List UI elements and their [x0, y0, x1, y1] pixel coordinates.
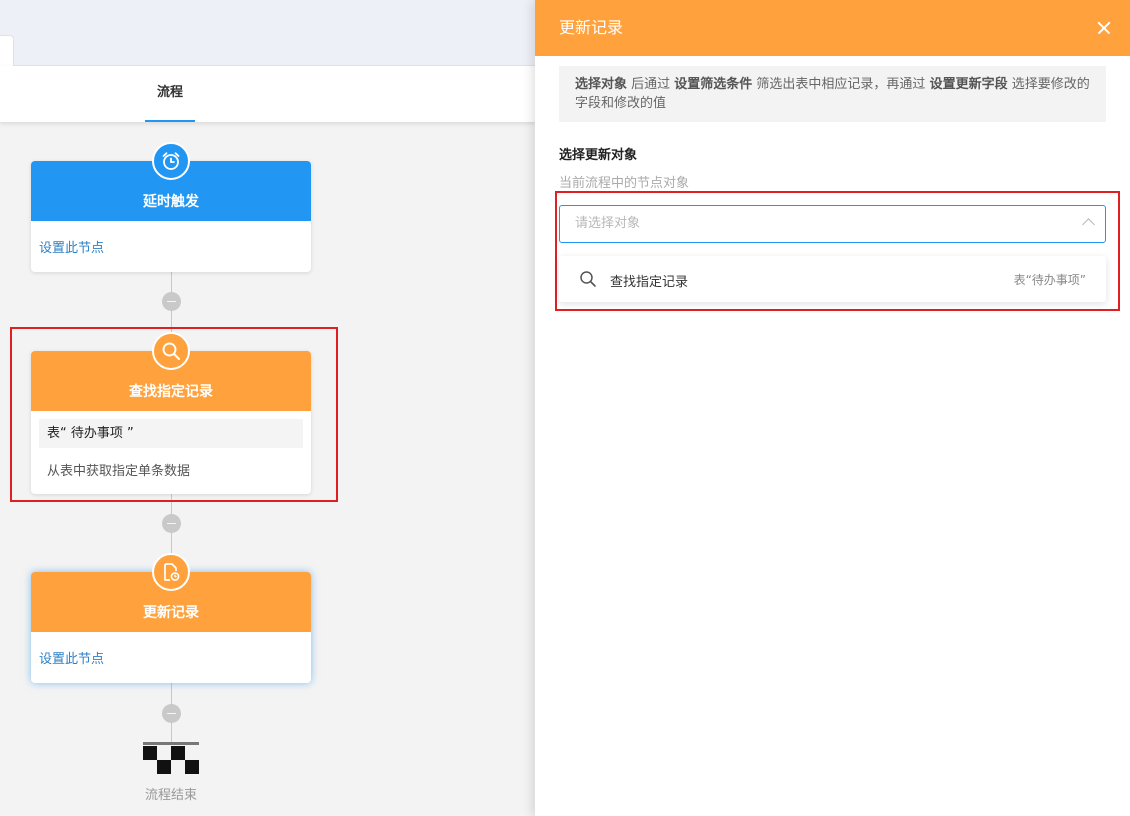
info-keyword: 设置更新字段 — [929, 77, 1008, 92]
object-select[interactable]: 请选择对象 — [559, 205, 1106, 243]
topbar-tab-stub[interactable] — [0, 35, 14, 67]
add-node-button[interactable] — [162, 514, 181, 533]
configure-node-link[interactable]: 设置此节点 — [31, 632, 311, 683]
select-placeholder: 请选择对象 — [575, 216, 641, 231]
search-icon — [152, 332, 190, 370]
update-record-drawer: 更新记录 选择对象 后通过 设置筛选条件 筛选出表中相应记录，再通过 设置更新字… — [535, 0, 1130, 816]
option-table-label: 表“待办事项” — [1013, 273, 1086, 287]
drawer-header: 更新记录 — [535, 0, 1130, 56]
info-keyword: 设置筛选条件 — [674, 77, 753, 92]
info-text: 后通过 — [627, 77, 675, 92]
add-node-button[interactable] — [162, 704, 181, 723]
close-icon[interactable] — [1094, 18, 1114, 38]
option-label: 查找指定记录 — [610, 275, 689, 290]
alarm-clock-icon — [152, 142, 190, 180]
flow-node-find-record[interactable]: 查找指定记录 表“ 待办事项 ” 从表中获取指定单条数据 — [31, 332, 311, 494]
section-subtitle: 当前流程中的节点对象 — [559, 176, 690, 191]
configure-node-link[interactable]: 设置此节点 — [31, 221, 311, 272]
info-keyword: 选择对象 — [575, 77, 628, 92]
node-description: 从表中获取指定单条数据 — [47, 464, 191, 479]
editor-topbar — [0, 0, 535, 67]
search-icon — [580, 271, 596, 287]
section-title: 选择更新对象 — [559, 148, 638, 163]
info-tip: 选择对象 后通过 设置筛选条件 筛选出表中相应记录，再通过 设置更新字段 选择要… — [559, 66, 1106, 122]
chevron-up-icon — [1082, 218, 1095, 231]
add-node-button[interactable] — [162, 292, 181, 311]
drawer-title: 更新记录 — [559, 18, 624, 37]
info-text: 筛选出表中相应记录，再通过 — [752, 77, 930, 92]
flow-node-update-record[interactable]: 更新记录 设置此节点 — [31, 553, 311, 683]
node-table-name: 表“ 待办事项 ” — [39, 419, 303, 448]
flow-node-delay-trigger[interactable]: 延时触发 设置此节点 — [31, 142, 311, 272]
flow-end-label: 流程结束 — [144, 788, 197, 803]
finish-flag-icon — [143, 742, 199, 774]
document-update-icon — [152, 553, 190, 591]
tab-flow[interactable]: 流程 — [145, 66, 195, 122]
select-option[interactable]: 查找指定记录 表“待办事项” — [559, 256, 1106, 302]
tab-bar: 流程 — [0, 66, 535, 122]
